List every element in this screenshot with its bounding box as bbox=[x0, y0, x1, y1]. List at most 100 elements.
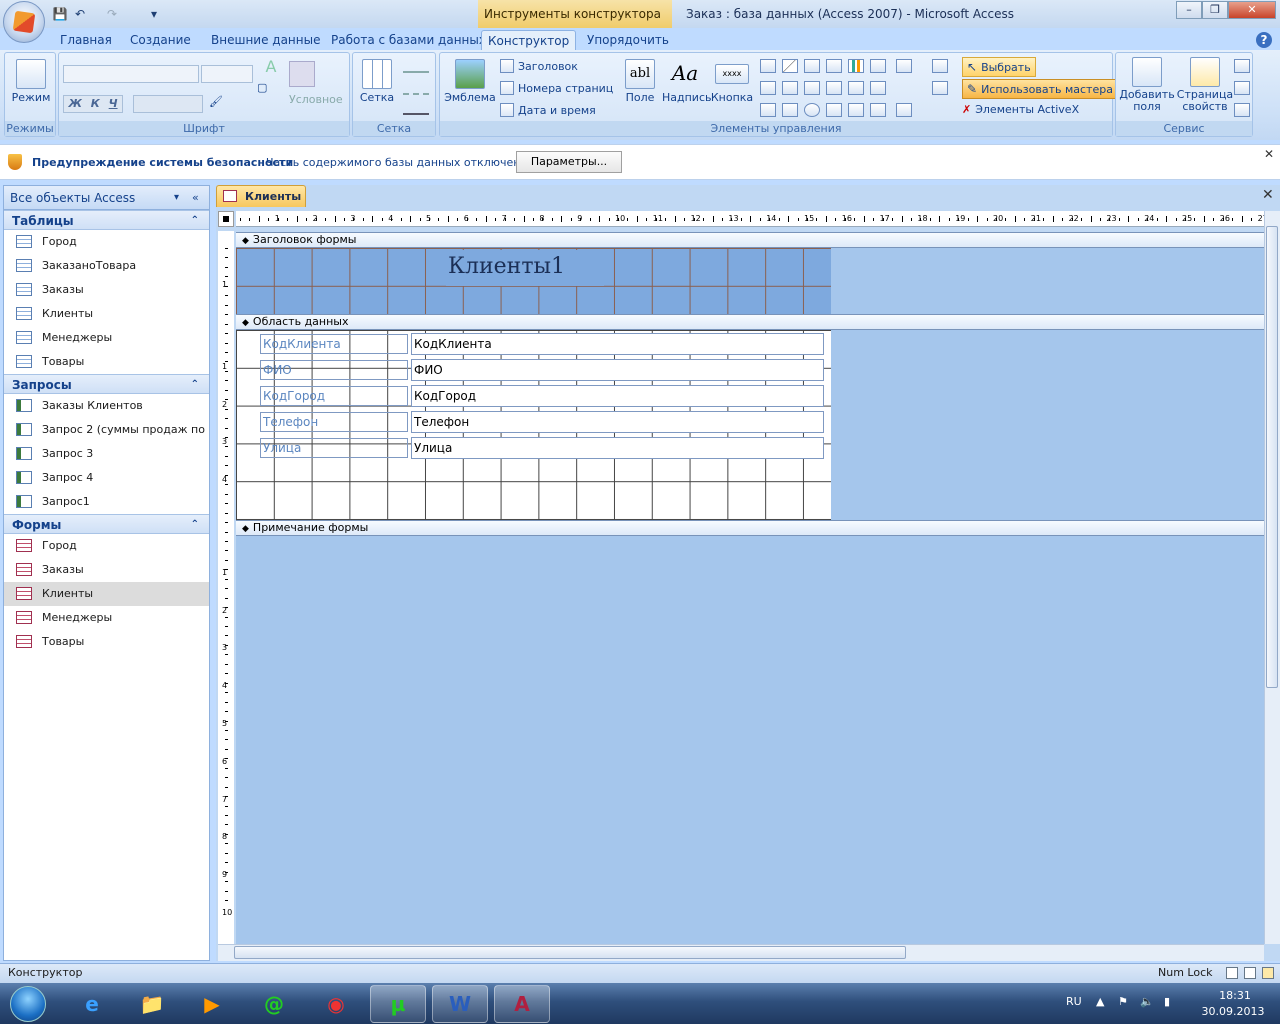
nav-item[interactable]: Заказы bbox=[4, 278, 209, 302]
emblem-button[interactable]: Эмблема bbox=[444, 59, 496, 104]
control-textbox[interactable]: КодГород bbox=[411, 385, 824, 407]
nav-item[interactable]: Менеджеры bbox=[4, 606, 209, 630]
utorrent-icon[interactable]: µ bbox=[370, 985, 426, 1023]
button-tool-button[interactable]: xxxx Кнопка bbox=[710, 59, 754, 104]
explorer-icon[interactable]: 📁 bbox=[124, 985, 180, 1023]
clock-time[interactable]: 18:31 bbox=[1214, 989, 1256, 1002]
security-close-icon[interactable]: ✕ bbox=[1264, 147, 1274, 161]
nav-item[interactable]: Клиенты bbox=[4, 582, 209, 606]
fill-color-icon[interactable]: ▢ bbox=[257, 81, 285, 101]
control-textbox[interactable]: Улица bbox=[411, 437, 824, 459]
ie-icon[interactable]: e bbox=[64, 985, 120, 1023]
section-bar-header[interactable]: ◆ Заголовок формы bbox=[236, 232, 1264, 248]
undo-icon[interactable]: ↶ bbox=[72, 6, 88, 22]
form-footer-area[interactable] bbox=[236, 536, 1264, 944]
redo-icon[interactable]: ↷ bbox=[104, 6, 120, 22]
nav-item[interactable]: Товары bbox=[4, 630, 209, 654]
nav-item[interactable]: Клиенты bbox=[4, 302, 209, 326]
special-effect-icon[interactable] bbox=[932, 59, 948, 73]
agent-icon[interactable]: @ bbox=[246, 985, 302, 1023]
volume-icon[interactable]: 🔈 bbox=[1140, 995, 1154, 1008]
access-icon[interactable]: A bbox=[494, 985, 550, 1023]
horizontal-scroll-thumb[interactable] bbox=[234, 946, 906, 959]
subform-new-window-icon[interactable] bbox=[1234, 103, 1250, 117]
nav-item[interactable]: Товары bbox=[4, 350, 209, 374]
nav-item[interactable]: Заказы Клиентов bbox=[4, 394, 209, 418]
nav-group-header[interactable]: Формы ⌃ bbox=[4, 514, 209, 534]
language-indicator[interactable]: RU bbox=[1066, 995, 1082, 1008]
section-bar-detail[interactable]: ◆ Область данных bbox=[236, 314, 1264, 330]
image-icon[interactable] bbox=[848, 81, 864, 95]
bound-object-icon[interactable] bbox=[870, 81, 886, 95]
attachment-icon[interactable] bbox=[826, 103, 842, 117]
chart-icon[interactable] bbox=[848, 59, 864, 73]
chrome-icon[interactable]: ◉ bbox=[308, 985, 364, 1023]
insert-page-break-icon[interactable] bbox=[826, 59, 842, 73]
conditional-format-label[interactable]: Условное bbox=[289, 93, 343, 106]
use-wizard-toggle[interactable]: ✎ Использовать мастера bbox=[962, 79, 1118, 99]
select-tool-button[interactable]: ↖ Выбрать bbox=[962, 57, 1036, 77]
view-mode-button[interactable]: Режим bbox=[9, 59, 53, 104]
control-textbox[interactable]: ФИО bbox=[411, 359, 824, 381]
collapse-icon[interactable]: ⌃ bbox=[191, 211, 199, 231]
tray-expand-icon[interactable]: ▲ bbox=[1096, 995, 1104, 1008]
maximize-button[interactable]: ❐ bbox=[1202, 1, 1228, 19]
title-button[interactable]: Заголовок bbox=[500, 59, 578, 73]
italic-button[interactable]: К bbox=[91, 96, 100, 112]
control-label[interactable]: КодКлиента bbox=[260, 334, 408, 354]
nav-item[interactable]: Запрос 3 bbox=[4, 442, 209, 466]
nav-group-header[interactable]: Таблицы ⌃ bbox=[4, 210, 209, 230]
vertical-scroll-thumb[interactable] bbox=[1266, 226, 1278, 688]
tab-database-tools[interactable]: Работа с базами данных bbox=[325, 30, 492, 50]
section-bar-footer[interactable]: ◆ Примечание формы bbox=[236, 520, 1264, 536]
tab-design[interactable]: Конструктор bbox=[481, 30, 577, 50]
activex-button[interactable]: ✗ Элементы ActiveX bbox=[962, 103, 1079, 116]
control-textbox[interactable]: Телефон bbox=[411, 411, 824, 433]
nav-dropdown-icon[interactable]: ▾ bbox=[174, 186, 179, 210]
control-label[interactable]: КодГород bbox=[260, 386, 408, 406]
nav-collapse-icon[interactable]: « bbox=[192, 186, 199, 210]
hyperlink-icon[interactable] bbox=[848, 103, 864, 117]
combo-box-icon[interactable] bbox=[760, 103, 776, 117]
tab-external-data[interactable]: Внешние данные bbox=[205, 30, 326, 50]
font-color-icon[interactable]: A bbox=[257, 57, 285, 79]
doc-close-icon[interactable]: ✕ bbox=[1262, 187, 1274, 203]
align-buttons[interactable] bbox=[133, 95, 203, 113]
layout-view-switch-icon[interactable] bbox=[1244, 967, 1256, 979]
line-tool-icon[interactable] bbox=[782, 59, 798, 73]
nav-header[interactable]: Все объекты Access ▾ « bbox=[4, 186, 209, 210]
add-fields-button[interactable]: Добавить поля bbox=[1118, 57, 1176, 113]
check-box-icon[interactable] bbox=[804, 81, 820, 95]
code-icon[interactable] bbox=[1234, 81, 1250, 95]
control-label[interactable]: Телефон bbox=[260, 412, 408, 432]
control-textbox[interactable]: КодКлиента bbox=[411, 333, 824, 355]
nav-group-header[interactable]: Запросы ⌃ bbox=[4, 374, 209, 394]
start-button[interactable] bbox=[0, 983, 56, 1024]
close-button[interactable]: ✕ bbox=[1228, 1, 1276, 19]
font-name-combo[interactable] bbox=[63, 65, 199, 83]
nav-item[interactable]: Город bbox=[4, 230, 209, 254]
security-options-button[interactable]: Параметры... bbox=[516, 151, 622, 173]
save-icon[interactable]: 💾 bbox=[52, 6, 68, 22]
line-width-icon[interactable] bbox=[403, 59, 429, 73]
nav-item[interactable]: Запрос1 bbox=[4, 490, 209, 514]
form-title-label[interactable]: Клиенты1 bbox=[446, 250, 604, 286]
font-size-combo[interactable] bbox=[201, 65, 253, 83]
media-player-icon[interactable]: ▶ bbox=[184, 985, 240, 1023]
doc-tab-klienty[interactable]: Клиенты bbox=[216, 185, 306, 207]
rectangle-icon[interactable] bbox=[760, 81, 776, 95]
tab-control-icon[interactable] bbox=[760, 59, 776, 73]
office-button[interactable] bbox=[3, 1, 45, 43]
paperclip-icon[interactable] bbox=[870, 103, 886, 117]
tab-arrange[interactable]: Упорядочить bbox=[581, 30, 675, 50]
help-button[interactable]: ? bbox=[1256, 32, 1272, 48]
collapse-icon[interactable]: ⌃ bbox=[191, 515, 199, 535]
format-painter-icon[interactable]: 🖌 bbox=[209, 95, 227, 113]
toggle-icon[interactable] bbox=[804, 59, 820, 73]
date-time-button[interactable]: Дата и время bbox=[500, 103, 596, 117]
tab-order-icon[interactable] bbox=[1234, 59, 1250, 73]
line-type-icon[interactable] bbox=[403, 81, 429, 95]
word-icon[interactable]: W bbox=[432, 985, 488, 1023]
control-label[interactable]: ФИО bbox=[260, 360, 408, 380]
underline-button[interactable]: Ч bbox=[109, 96, 118, 112]
